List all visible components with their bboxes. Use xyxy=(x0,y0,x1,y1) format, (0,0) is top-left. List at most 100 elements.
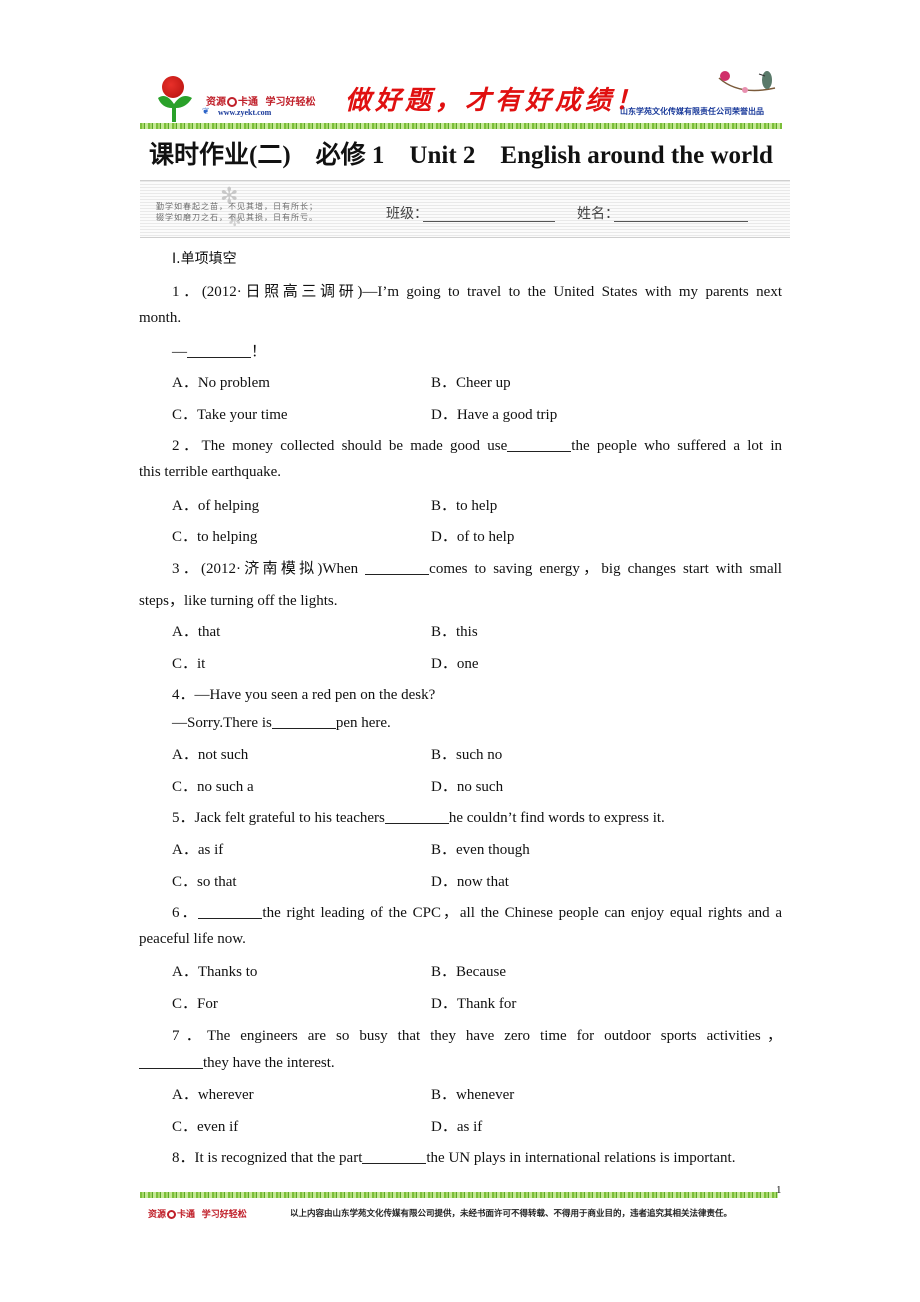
question-text: Jack felt grateful to his teachers xyxy=(194,810,385,826)
question-4-reply: —Sorry.There is pen here. xyxy=(172,714,391,732)
name-field[interactable] xyxy=(614,221,748,222)
motto-line: 辍学如磨刀之石，不见其损，日有所亏。 xyxy=(156,213,318,222)
option-a[interactable]: A．Thanks to xyxy=(172,960,257,981)
brand-name-part2: 卡通 xyxy=(177,1209,196,1219)
question-text: the right leading of the CPC，all the Chi… xyxy=(262,905,782,921)
question-text: —Have you seen a red pen on the desk? xyxy=(194,687,436,703)
option-d[interactable]: D．Thank for xyxy=(431,992,516,1013)
question-text: they have the interest. xyxy=(203,1055,335,1071)
brand-slogan: 学习好轻松 xyxy=(265,97,316,108)
question-5-stem: 5．Jack felt grateful to his teachers he c… xyxy=(172,806,665,827)
question-8-stem: 8．It is recognized that the part the UN p… xyxy=(172,1146,735,1167)
option-c[interactable]: C．Take your time xyxy=(172,403,288,424)
logo-sprout-icon xyxy=(158,96,192,122)
punctuation: ！ xyxy=(251,344,267,360)
brand-swirl-icon xyxy=(167,1210,177,1219)
option-c[interactable]: C．For xyxy=(172,992,218,1013)
option-d[interactable]: D．now that xyxy=(431,870,509,891)
option-d[interactable]: D．Have a good trip xyxy=(431,403,557,424)
option-a[interactable]: A．of helping xyxy=(172,494,259,515)
question-6-stem: 6． the right leading of the CPC，all the C… xyxy=(172,901,782,922)
class-label: 班级： xyxy=(386,206,428,222)
brand-slogan: 学习好轻松 xyxy=(201,1209,247,1219)
option-b[interactable]: B．to help xyxy=(431,494,497,515)
question-text: he couldn’t find words to express it. xyxy=(448,810,665,826)
question-7-stem-cont: they have the interest. xyxy=(139,1054,335,1072)
motto-line: 勤学如春起之苗，不见其增，日有所长； xyxy=(156,202,318,211)
question-text: the people who suffered a lot in xyxy=(571,438,783,454)
question-text: (2012·日照高三调研)—I’m going to travel to the… xyxy=(201,284,782,300)
class-field[interactable] xyxy=(423,221,555,222)
option-d[interactable]: D．no such xyxy=(431,775,503,796)
option-b[interactable]: B．even though xyxy=(431,838,530,859)
question-4-stem: 4．—Have you seen a red pen on the desk? xyxy=(172,683,435,704)
option-c[interactable]: C．to helping xyxy=(172,525,257,546)
student-info-strip: ✻ ✻ 勤学如春起之苗，不见其增，日有所长； 辍学如磨刀之石，不见其损，日有所亏… xyxy=(140,180,790,238)
header-banner: 资源 卡通 学习好轻松 ❦ www.zyekt.com 做好题，才有好成绩！ 山东… xyxy=(140,62,782,130)
grass-border xyxy=(140,123,782,129)
answer-blank[interactable] xyxy=(365,560,430,575)
question-number: 3． xyxy=(172,561,202,577)
option-a[interactable]: A．wherever xyxy=(172,1083,254,1104)
option-d[interactable]: D．one xyxy=(431,652,479,673)
answer-blank[interactable] xyxy=(187,343,251,358)
question-number: 5． xyxy=(172,810,195,826)
question-number: 6． xyxy=(172,905,199,921)
question-1-reply: —！ xyxy=(172,340,266,361)
question-2-stem-cont: this terrible earthquake. xyxy=(139,464,282,480)
option-b[interactable]: B．such no xyxy=(431,743,502,764)
question-text: (2012·济南模拟)When xyxy=(201,561,366,577)
answer-blank[interactable] xyxy=(139,1054,203,1069)
page-title: 课时作业(二) 必修 1 Unit 2 English around the w… xyxy=(149,142,773,169)
question-text: It is recognized that the part xyxy=(194,1150,363,1166)
question-1-stem-cont: month. xyxy=(139,310,182,326)
question-text: comes to saving energy，big changes start… xyxy=(429,561,782,577)
question-number: 7． xyxy=(172,1028,207,1044)
question-number: 2． xyxy=(172,438,202,454)
option-b[interactable]: B．Because xyxy=(431,960,506,981)
bird-on-branch-icon xyxy=(718,71,776,93)
question-text: pen here. xyxy=(335,715,391,731)
butterfly-icon: ❦ xyxy=(202,106,210,116)
header-motto: 做好题，才有好成绩！ xyxy=(345,86,646,116)
section-heading: Ⅰ.单项填空 xyxy=(172,251,237,267)
question-3-stem-cont: steps，like turning off the lights. xyxy=(139,593,338,609)
option-b[interactable]: B．whenever xyxy=(431,1083,514,1104)
question-text: The money collected should be made good … xyxy=(201,438,508,454)
dash: — xyxy=(172,344,187,360)
option-c[interactable]: C．it xyxy=(172,652,205,673)
option-b[interactable]: B．Cheer up xyxy=(431,371,511,392)
option-c[interactable]: C．even if xyxy=(172,1115,238,1136)
publisher-credit: 山东学苑文化传媒有限责任公司荣誉出品 xyxy=(620,107,764,116)
option-c[interactable]: C．so that xyxy=(172,870,237,891)
footer-grass-border xyxy=(140,1192,778,1198)
option-a[interactable]: A．as if xyxy=(172,838,223,859)
study-motto: 勤学如春起之苗，不见其增，日有所长； 辍学如磨刀之石，不见其损，日有所亏。 xyxy=(156,201,318,223)
brand-url: www.zyekt.com xyxy=(218,108,272,117)
question-2-stem: 2．The money collected should be made goo… xyxy=(172,434,782,455)
name-label: 姓名： xyxy=(577,206,619,222)
option-c[interactable]: C．no such a xyxy=(172,775,254,796)
question-text: The engineers are so busy that they have… xyxy=(206,1028,782,1044)
copyright-notice: 以上内容由山东学苑文化传媒有限公司提供，未经书面许可不得转载、不得用于商业目的，… xyxy=(290,1208,733,1218)
answer-blank[interactable] xyxy=(198,904,263,919)
question-6-stem-cont: peaceful life now. xyxy=(139,931,246,947)
answer-blank[interactable] xyxy=(362,1149,427,1164)
option-a[interactable]: A．not such xyxy=(172,743,248,764)
question-number: 1． xyxy=(172,284,202,300)
option-a[interactable]: A．No problem xyxy=(172,371,270,392)
option-b[interactable]: B．this xyxy=(431,620,478,641)
page-number: 1 xyxy=(776,1184,782,1196)
brand-swirl-icon xyxy=(227,97,237,107)
answer-blank[interactable] xyxy=(507,437,572,452)
brand-name-part2: 卡通 xyxy=(238,97,258,108)
option-a[interactable]: A．that xyxy=(172,620,220,641)
footer-brand: 资源 卡通 学习好轻松 xyxy=(148,1207,247,1220)
option-d[interactable]: D．of to help xyxy=(431,525,514,546)
question-3-stem: 3．(2012·济南模拟)When comes to saving energy… xyxy=(172,557,782,578)
answer-blank[interactable] xyxy=(271,714,336,729)
question-text: the UN plays in international relations … xyxy=(426,1150,736,1166)
option-d[interactable]: D．as if xyxy=(431,1115,482,1136)
answer-blank[interactable] xyxy=(384,809,449,824)
brand-text: 资源 卡通 学习好轻松 xyxy=(206,93,316,108)
